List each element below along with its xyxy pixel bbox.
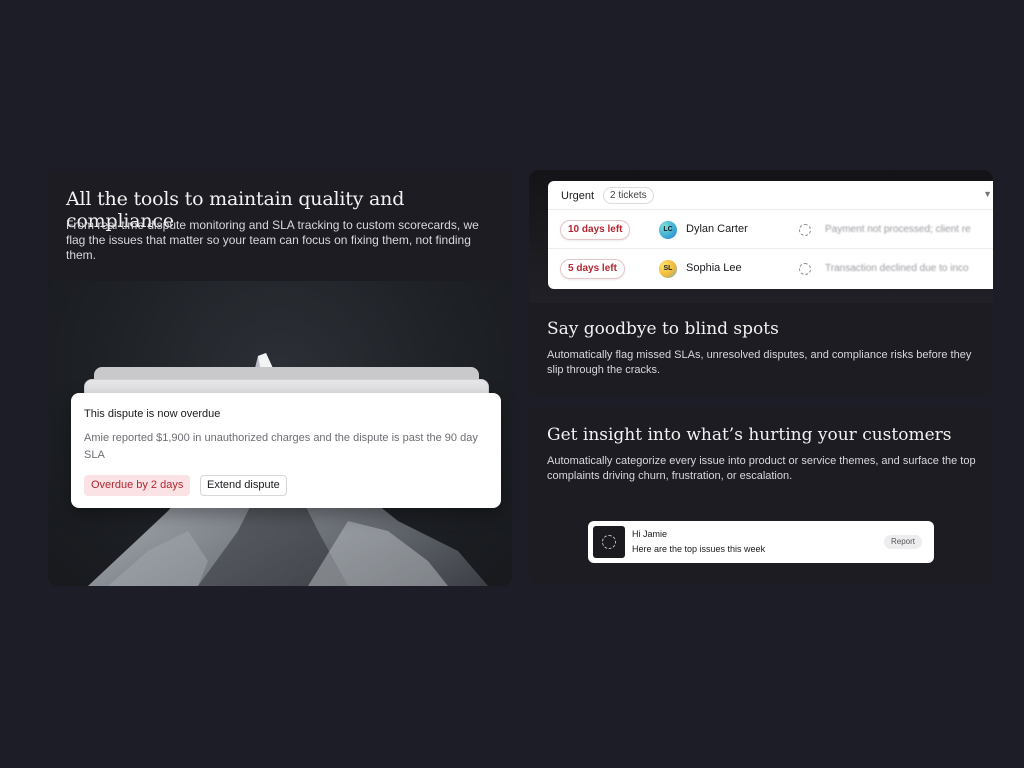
notification-message: Here are the top issues this week (632, 544, 766, 554)
alert-body: Amie reported $1,900 in unauthorized cha… (84, 432, 478, 461)
extend-dispute-button[interactable]: Extend dispute (200, 475, 287, 496)
weekly-issues-notification[interactable]: Hi Jamie Here are the top issues this we… (588, 521, 934, 563)
blind-spots-card: Urgent 2 tickets ▼ 10 days left LC Dylan… (529, 170, 993, 396)
alert-title: This dispute is now overdue (84, 408, 221, 420)
card-header: All the tools to maintain quality and co… (48, 170, 512, 281)
status-pending-icon (799, 224, 811, 236)
customer-name: Dylan Carter (686, 223, 748, 235)
panel-header: Urgent 2 tickets ▼ (548, 181, 993, 210)
customer-name: Sophia Lee (686, 262, 742, 274)
card-title: Get insight into what’s hurting your cus… (547, 425, 952, 445)
status-pending-icon (799, 263, 811, 275)
card-description: Automatically categorize every issue int… (547, 455, 976, 482)
days-left-badge: 5 days left (560, 259, 625, 279)
ticket-message: Transaction declined due to inco (825, 263, 969, 274)
avatar: LC (659, 221, 677, 239)
app-logo-icon (593, 526, 625, 558)
ticket-count-badge: 2 tickets (603, 187, 654, 204)
ticket-row[interactable]: 10 days left LC Dylan Carter Payment not… (548, 210, 993, 249)
report-button[interactable]: Report (883, 535, 922, 549)
notification-greeting: Hi Jamie (632, 529, 668, 539)
card-description: Automatically flag missed SLAs, unresolv… (547, 349, 972, 376)
chevron-down-icon[interactable]: ▼ (983, 189, 992, 199)
ticket-message: Payment not processed; client re (825, 224, 971, 235)
card-description: From real-time dispute monitoring and SL… (66, 218, 479, 262)
ticket-row[interactable]: 5 days left SL Sophia Lee Transaction de… (548, 249, 993, 288)
avatar: SL (659, 260, 677, 278)
overdue-dispute-card: This dispute is now overdue Amie reporte… (71, 393, 501, 508)
overdue-badge: Overdue by 2 days (84, 475, 191, 496)
days-left-badge: 10 days left (560, 220, 631, 240)
urgent-tickets-panel: Urgent 2 tickets ▼ 10 days left LC Dylan… (548, 181, 993, 289)
panel-heading: Urgent (561, 190, 595, 202)
customer-insight-card: Get insight into what’s hurting your cus… (529, 406, 993, 585)
card-title: Say goodbye to blind spots (547, 319, 779, 339)
